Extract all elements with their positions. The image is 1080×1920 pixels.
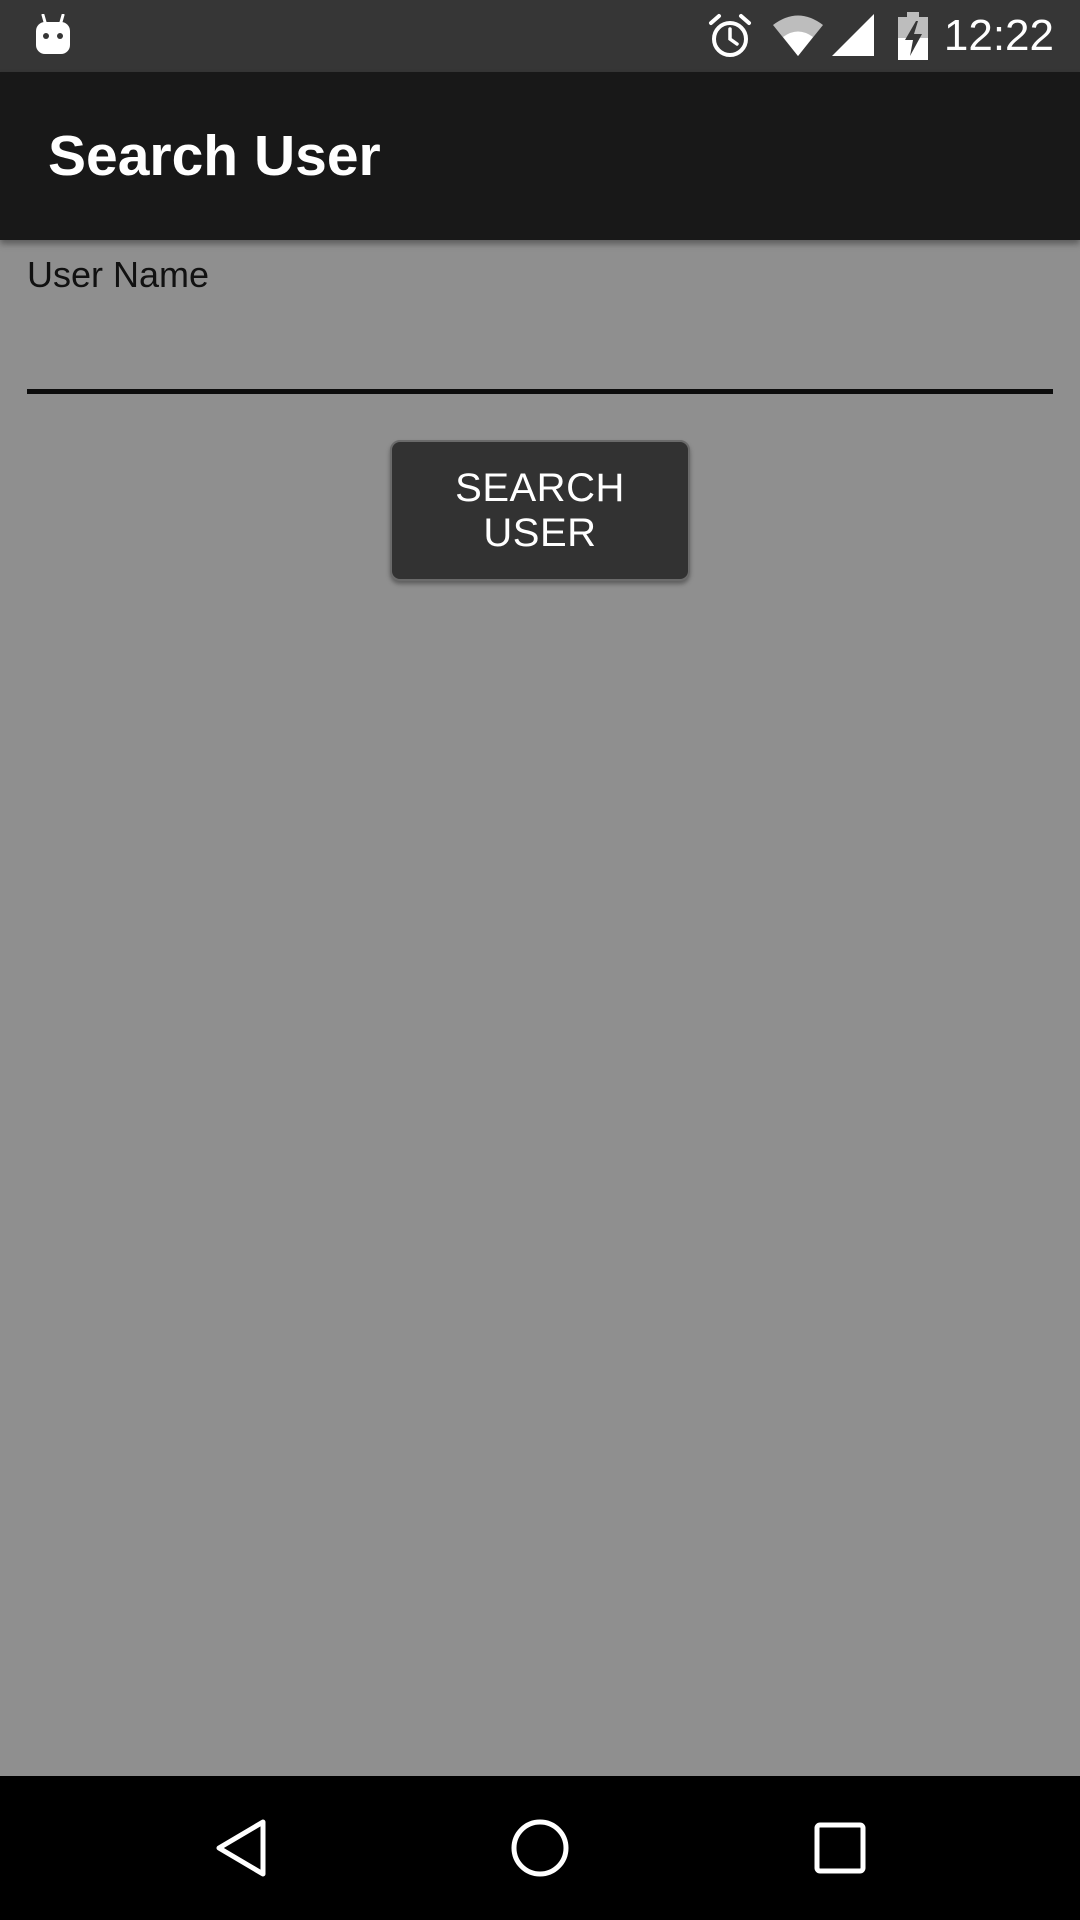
username-input[interactable]	[27, 310, 1053, 394]
back-button[interactable]	[161, 1776, 321, 1920]
alarm-icon	[709, 14, 751, 57]
wifi-icon	[773, 15, 823, 56]
username-label: User Name	[27, 254, 210, 295]
recents-button[interactable]	[760, 1776, 920, 1920]
status-bar: 12:22	[0, 0, 1080, 72]
back-icon	[216, 1819, 266, 1877]
battery-charging-icon	[898, 12, 928, 60]
search-user-button[interactable]: SEARCH USER	[390, 440, 690, 581]
recents-icon	[814, 1822, 866, 1874]
android-notification-icon	[36, 14, 70, 54]
page-title: Search User	[48, 124, 381, 188]
app-bar: Search User	[0, 72, 1080, 240]
navigation-bar	[0, 1776, 1080, 1920]
main-content: User Name SEARCH USER	[0, 240, 1080, 1776]
cell-signal-icon	[832, 14, 874, 56]
home-icon	[511, 1819, 569, 1877]
status-time: 12:22	[943, 11, 1054, 60]
home-button[interactable]	[460, 1776, 620, 1920]
